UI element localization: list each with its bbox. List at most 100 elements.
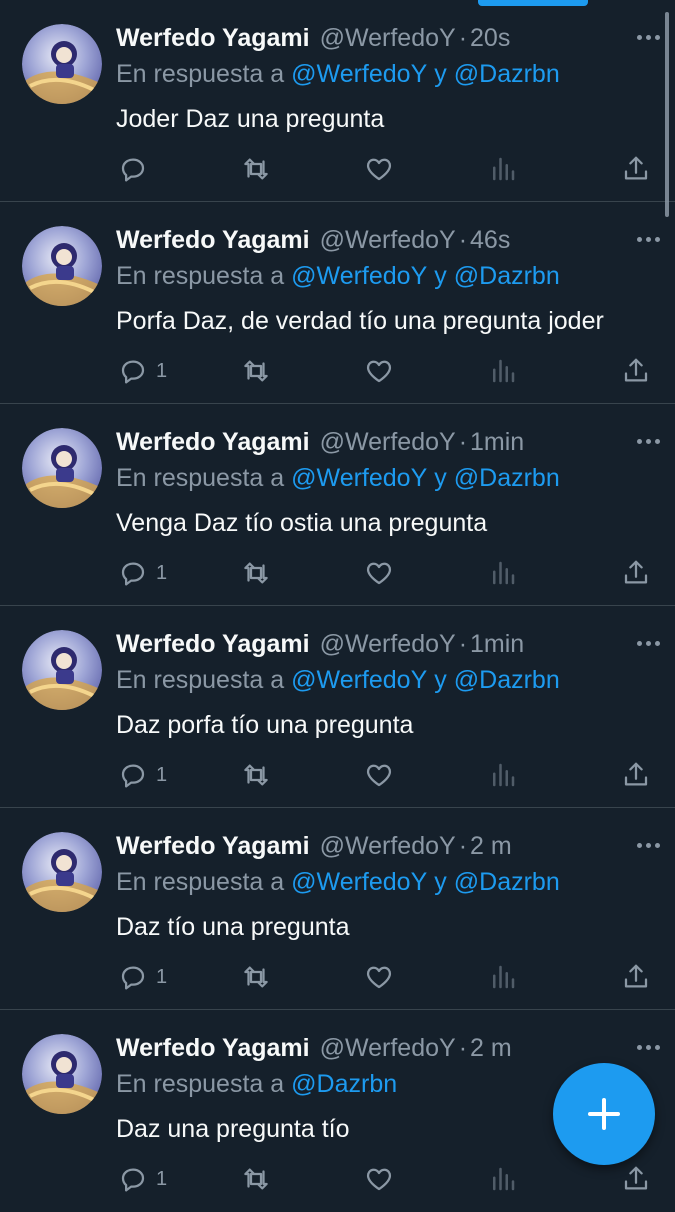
share-button[interactable] (621, 960, 651, 994)
more-icon[interactable] (633, 30, 663, 44)
like-button[interactable] (364, 152, 394, 186)
tweet-text: Daz porfa tío una pregunta (116, 710, 414, 739)
author-name[interactable]: Werfedo Yagami (116, 832, 310, 861)
like-button[interactable] (364, 1162, 394, 1196)
views-button[interactable] (488, 152, 518, 186)
tweet-time[interactable]: 2 m (470, 832, 512, 861)
avatar[interactable] (22, 226, 102, 306)
mention-link[interactable]: @Dazrbn (454, 464, 560, 493)
tweet-text: Daz tío una pregunta (116, 912, 350, 941)
retweet-icon (244, 562, 268, 584)
reply-button[interactable]: 1 (118, 556, 167, 590)
views-button[interactable] (488, 1162, 518, 1196)
tweet-actions: 1 (116, 758, 648, 792)
author-name[interactable]: Werfedo Yagami (116, 24, 310, 53)
share-button[interactable] (621, 1162, 651, 1196)
share-button[interactable] (621, 354, 651, 388)
share-icon (624, 1166, 648, 1190)
reply-button[interactable] (118, 152, 156, 186)
share-button[interactable] (621, 556, 651, 590)
avatar[interactable] (22, 832, 102, 912)
mention-link[interactable]: @Dazrbn (454, 262, 560, 291)
tweet-text: Porfa Daz, de verdad tío una pregunta jo… (116, 306, 604, 335)
author-name[interactable]: Werfedo Yagami (116, 428, 310, 457)
like-button[interactable] (364, 758, 394, 792)
mention-link[interactable]: @WerfedoY (291, 262, 427, 291)
tweet-time[interactable]: 46s (470, 226, 510, 255)
retweet-button[interactable] (241, 556, 271, 590)
author-handle[interactable]: @WerfedoY (320, 1034, 456, 1063)
reply-icon (121, 966, 145, 990)
author-handle[interactable]: @WerfedoY (320, 226, 456, 255)
share-button[interactable] (621, 152, 651, 186)
reply-button[interactable]: 1 (118, 758, 167, 792)
author-handle[interactable]: @WerfedoY (320, 24, 456, 53)
more-icon[interactable] (633, 1040, 663, 1054)
tweet-time[interactable]: 2 m (470, 1034, 512, 1063)
mention-link[interactable]: @WerfedoY (291, 868, 427, 897)
reply-button[interactable]: 1 (118, 1162, 167, 1196)
tweet-time[interactable]: 20s (470, 24, 510, 53)
views-button[interactable] (488, 354, 518, 388)
author-handle[interactable]: @WerfedoY (320, 630, 456, 659)
views-button[interactable] (488, 960, 518, 994)
avatar[interactable] (22, 630, 102, 710)
mention-link[interactable]: @WerfedoY (291, 666, 427, 695)
more-icon[interactable] (633, 232, 663, 246)
reply-prefix: En respuesta a (116, 665, 285, 694)
avatar[interactable] (22, 24, 102, 104)
author-name[interactable]: Werfedo Yagami (116, 226, 310, 255)
like-button[interactable] (364, 354, 394, 388)
reply-icon (121, 158, 145, 182)
mention-link[interactable]: @WerfedoY (291, 464, 427, 493)
mention-link[interactable]: @Dazrbn (454, 868, 560, 897)
tweet[interactable]: Werfedo Yagami @WerfedoY · 1min En respu… (0, 404, 675, 606)
like-button[interactable] (364, 960, 394, 994)
tweet[interactable]: Werfedo Yagami @WerfedoY · 46s En respue… (0, 202, 675, 404)
reply-prefix: En respuesta a (116, 867, 285, 896)
tweet-time[interactable]: 1min (470, 428, 524, 457)
mention-link[interactable]: @Dazrbn (454, 666, 560, 695)
share-button[interactable] (621, 758, 651, 792)
retweet-button[interactable] (241, 1162, 271, 1196)
reply-context: En respuesta a @WerfedoY y @Dazrbn (116, 258, 645, 294)
retweet-icon (244, 764, 268, 786)
reply-prefix: En respuesta a (116, 463, 285, 492)
more-icon[interactable] (633, 636, 663, 650)
scrollbar[interactable] (665, 12, 669, 217)
tweet[interactable]: Werfedo Yagami @WerfedoY · 1min En respu… (0, 606, 675, 808)
retweet-icon (244, 1168, 268, 1190)
mention-link[interactable]: @WerfedoY (291, 60, 427, 89)
tweet-text: Joder Daz una pregunta (116, 104, 385, 133)
more-icon[interactable] (633, 434, 663, 448)
views-icon (493, 157, 515, 181)
retweet-button[interactable] (241, 152, 271, 186)
author-name[interactable]: Werfedo Yagami (116, 1034, 310, 1063)
views-button[interactable] (488, 758, 518, 792)
reply-button[interactable]: 1 (118, 354, 167, 388)
share-icon (624, 560, 648, 584)
tweet-time[interactable]: 1min (470, 630, 524, 659)
author-handle[interactable]: @WerfedoY (320, 832, 456, 861)
retweet-button[interactable] (241, 758, 271, 792)
mention-link[interactable]: @Dazrbn (291, 1070, 397, 1099)
retweet-button[interactable] (241, 354, 271, 388)
like-icon (366, 360, 392, 383)
tweet[interactable]: Werfedo Yagami @WerfedoY · 20s En respue… (0, 0, 675, 202)
views-icon (493, 1167, 515, 1191)
like-button[interactable] (364, 556, 394, 590)
retweet-button[interactable] (241, 960, 271, 994)
tweet[interactable]: Werfedo Yagami @WerfedoY · 2 m En respue… (0, 808, 675, 1010)
compose-button[interactable] (553, 1063, 655, 1165)
author-handle[interactable]: @WerfedoY (320, 428, 456, 457)
views-button[interactable] (488, 556, 518, 590)
more-icon[interactable] (633, 838, 663, 852)
avatar[interactable] (22, 1034, 102, 1114)
reply-button[interactable]: 1 (118, 960, 167, 994)
share-icon (624, 358, 648, 382)
mention-link[interactable]: @Dazrbn (454, 60, 560, 89)
avatar[interactable] (22, 428, 102, 508)
reply-prefix: En respuesta a (116, 59, 285, 88)
author-name[interactable]: Werfedo Yagami (116, 630, 310, 659)
reply-context: En respuesta a @WerfedoY y @Dazrbn (116, 460, 645, 496)
